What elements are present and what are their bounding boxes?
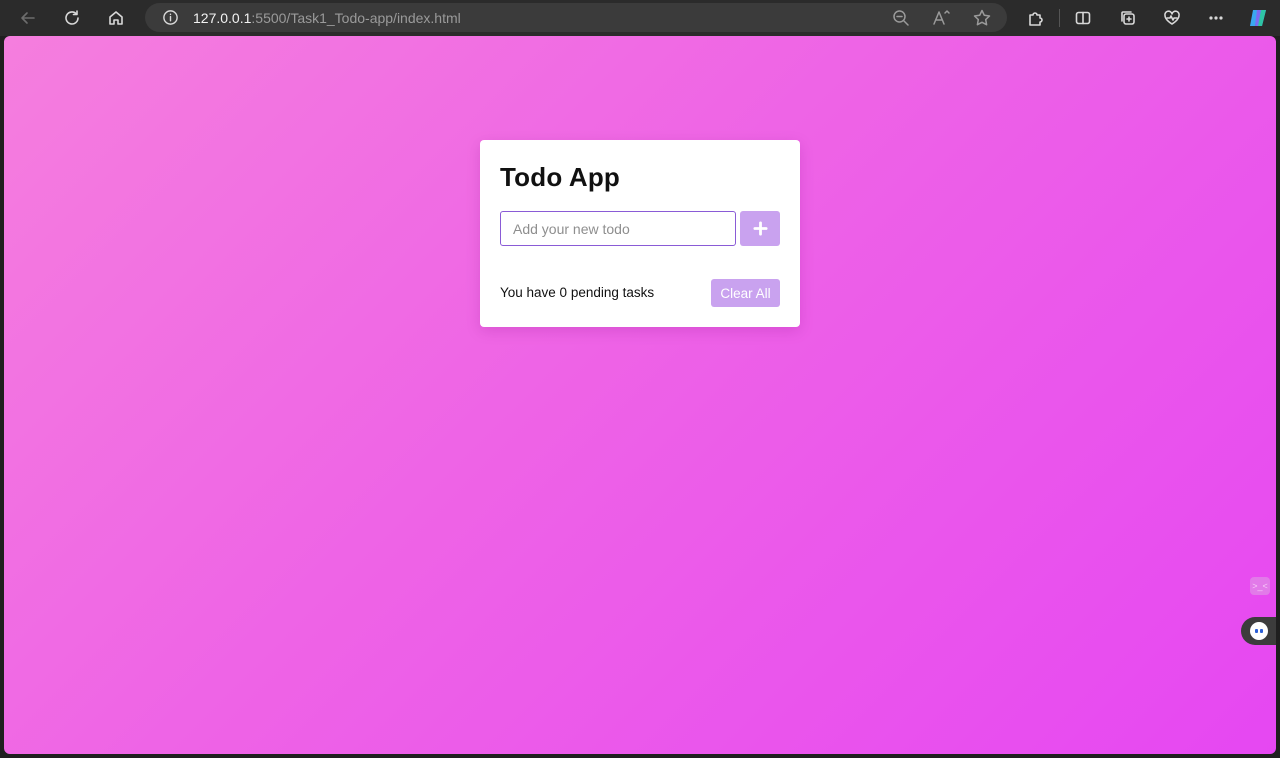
toolbar-divider <box>1059 9 1060 27</box>
collections-icon[interactable] <box>1116 6 1140 30</box>
plus-icon <box>752 221 768 236</box>
assistant-bot-button[interactable] <box>1241 617 1276 645</box>
split-screen-icon[interactable] <box>1071 6 1095 30</box>
app-title: Todo App <box>500 162 620 192</box>
copilot-icon[interactable] <box>1246 6 1270 30</box>
browser-essentials-icon[interactable] <box>1160 6 1184 30</box>
zoom-out-icon[interactable] <box>891 8 911 28</box>
pending-tasks-text: You have 0 pending tasks <box>500 285 655 300</box>
back-icon[interactable] <box>16 6 40 30</box>
browser-toolbar: 127.0.0.1:5500/Task1_Todo-app/index.html <box>0 0 1280 36</box>
address-url[interactable]: 127.0.0.1:5500/Task1_Todo-app/index.html <box>193 10 461 26</box>
clear-all-button[interactable]: Clear All <box>711 279 780 307</box>
url-path: :5500/Task1_Todo-app/index.html <box>251 10 461 26</box>
favorite-star-icon[interactable] <box>972 8 992 28</box>
bot-icon <box>1250 622 1268 640</box>
extensions-icon[interactable] <box>1023 6 1047 30</box>
url-host: 127.0.0.1 <box>193 10 252 26</box>
home-icon[interactable] <box>104 6 128 30</box>
floating-chat-icon[interactable]: >_< <box>1250 577 1270 595</box>
add-todo-button[interactable] <box>740 211 780 246</box>
refresh-icon[interactable] <box>60 6 84 30</box>
todo-input[interactable] <box>500 211 736 246</box>
info-icon[interactable] <box>162 9 179 26</box>
more-options-icon[interactable] <box>1204 6 1228 30</box>
address-bar[interactable]: 127.0.0.1:5500/Task1_Todo-app/index.html <box>145 3 1007 32</box>
read-aloud-icon[interactable] <box>931 8 951 28</box>
page-viewport: Todo App You have 0 pending tasks Clear … <box>4 36 1276 754</box>
todo-card: Todo App You have 0 pending tasks Clear … <box>480 140 800 327</box>
